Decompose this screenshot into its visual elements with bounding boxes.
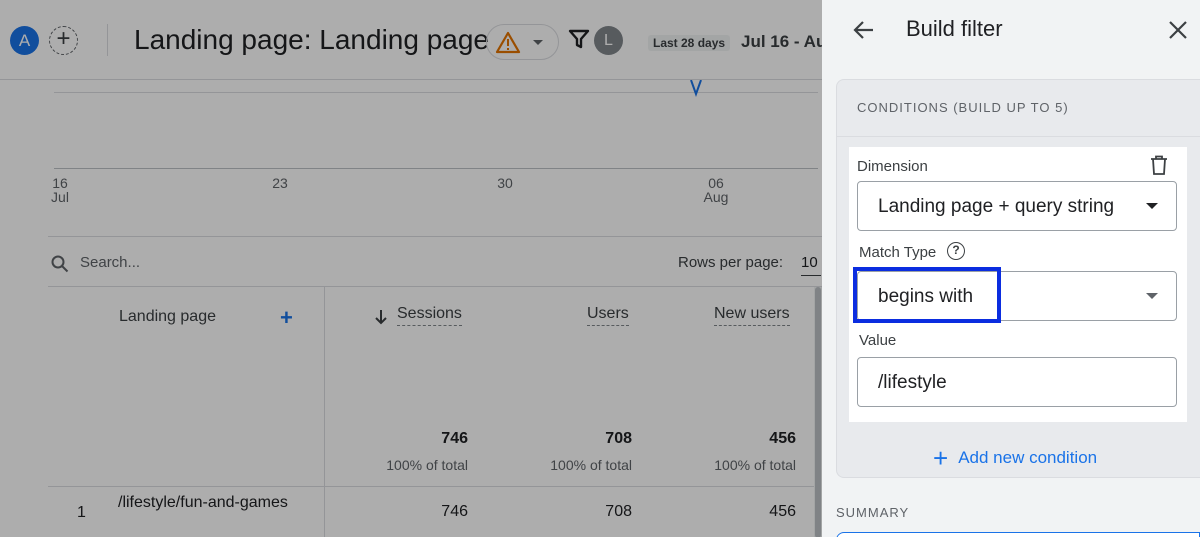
panel-title: Build filter [906, 16, 1003, 41]
add-condition-label: Add new condition [958, 448, 1098, 467]
dimension-label: Dimension [857, 158, 928, 175]
modal-scrim[interactable] [0, 0, 822, 537]
condition-editor: Dimension Landing page + query string Ma… [849, 147, 1187, 422]
dimension-select-value: Landing page + query string [878, 196, 1115, 217]
build-filter-panel: Build filter CONDITIONS (BUILD UP TO 5) … [822, 0, 1200, 537]
add-new-condition-button[interactable]: + Add new condition [933, 443, 1097, 474]
dropdown-caret-icon [1146, 293, 1158, 299]
dropdown-caret-icon [1146, 203, 1158, 209]
summary-heading: SUMMARY [836, 505, 910, 520]
conditions-card: CONDITIONS (BUILD UP TO 5) Dimension Lan… [836, 79, 1200, 478]
plus-icon: + [933, 443, 949, 473]
close-icon[interactable] [1164, 16, 1192, 44]
panel-header: Build filter [822, 0, 1200, 60]
conditions-heading: CONDITIONS (BUILD UP TO 5) [857, 100, 1069, 115]
back-arrow-icon[interactable] [850, 16, 878, 44]
value-label: Value [859, 332, 897, 349]
conditions-divider [837, 136, 1200, 137]
value-input-text: /lifestyle [878, 372, 947, 393]
report-area: A + Landing page: Landing page L Last 28… [0, 0, 822, 537]
dimension-select[interactable]: Landing page + query string [857, 181, 1177, 231]
value-input[interactable]: /lifestyle [857, 357, 1177, 407]
highlight-annotation-box [853, 267, 1001, 323]
help-icon[interactable]: ? [947, 242, 965, 260]
summary-card [836, 532, 1200, 537]
match-type-label: Match Type [859, 244, 937, 261]
trash-icon[interactable] [1150, 155, 1168, 175]
